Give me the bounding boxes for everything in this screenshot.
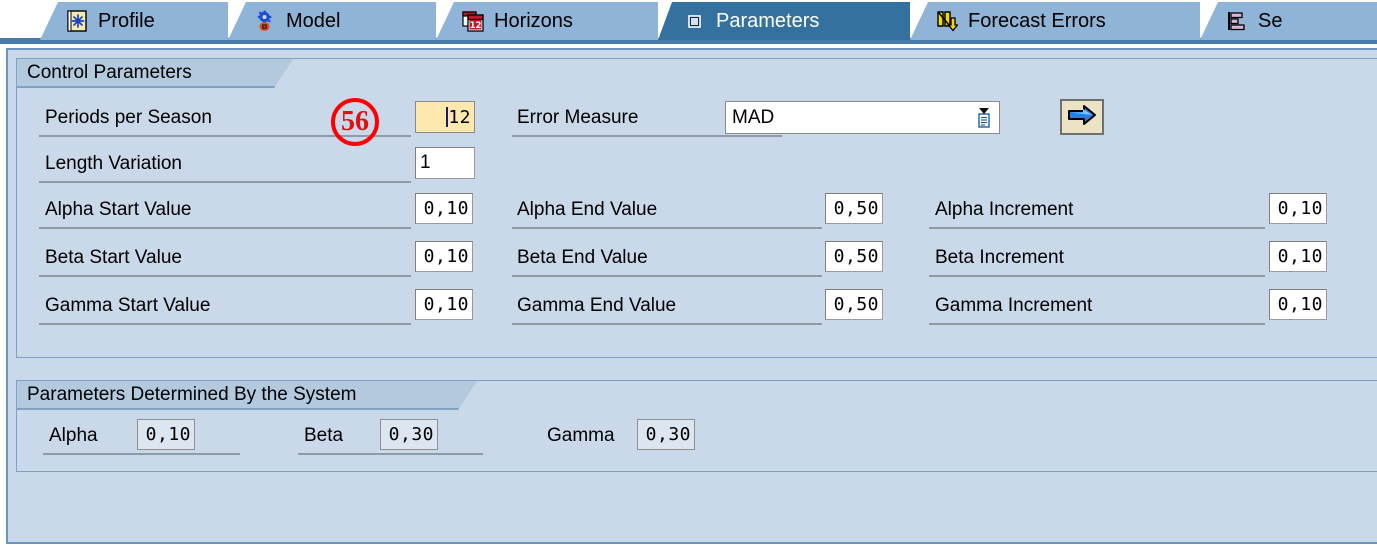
gamma-increment-input[interactable]: 0,10: [1269, 289, 1327, 320]
gamma-start-input[interactable]: 0,10: [415, 289, 473, 320]
beta-start-underline: [39, 275, 411, 277]
alpha-start-input[interactable]: 0,10: [415, 193, 473, 224]
alpha-increment-label: Alpha Increment: [935, 199, 1074, 220]
tabstrip: Profile Model 12 Horizons Parameters For…: [0, 0, 1377, 44]
periods-per-season-value: 12: [448, 106, 471, 128]
beta-start-input[interactable]: 0,10: [415, 241, 473, 272]
alpha-start-underline: [39, 227, 411, 229]
beta-end-label: Beta End Value: [517, 247, 648, 268]
tab-forecast-errors[interactable]: Forecast Errors: [910, 2, 1200, 40]
execute-button[interactable]: [1060, 99, 1104, 135]
tab-settings-label: Se: [1258, 9, 1283, 32]
gamma-increment-value: 0,10: [1277, 294, 1323, 315]
system-parameters-title: Parameters Determined By the System: [16, 380, 478, 410]
gamma-increment-underline: [929, 323, 1265, 325]
screen-frame: Control Parameters Periods per Season 12…: [6, 48, 1377, 544]
tab-model[interactable]: Model: [228, 2, 436, 40]
alpha-end-value: 0,50: [833, 198, 879, 219]
gamma-end-input[interactable]: 0,50: [825, 289, 883, 320]
beta-end-input[interactable]: 0,50: [825, 241, 883, 272]
system-parameters-group: Parameters Determined By the System Alph…: [16, 380, 1377, 472]
profile-note-icon: [66, 10, 88, 32]
length-variation-value: 1: [420, 152, 432, 173]
alpha-start-value: 0,10: [423, 198, 469, 219]
system-gamma-value-field: 0,30: [637, 419, 695, 450]
blue-right-arrow-icon: [1067, 103, 1097, 132]
system-alpha-label: Alpha: [49, 425, 98, 446]
length-variation-input[interactable]: 1: [415, 147, 475, 179]
gamma-increment-label: Gamma Increment: [935, 295, 1093, 316]
system-gamma-value: 0,30: [645, 424, 691, 445]
beta-increment-underline: [929, 275, 1265, 277]
model-gear-icon: [254, 10, 276, 32]
system-gamma-label: Gamma: [547, 425, 615, 446]
gamma-start-value: 0,10: [423, 294, 469, 315]
annotation-badge-56: 56: [331, 98, 379, 146]
beta-start-value: 0,10: [423, 246, 469, 267]
tab-parameters[interactable]: Parameters: [658, 2, 910, 40]
beta-increment-input[interactable]: 0,10: [1269, 241, 1327, 272]
error-measure-label: Error Measure: [517, 107, 639, 128]
tab-horizons[interactable]: 12 Horizons: [436, 2, 658, 40]
tab-forecast-errors-label: Forecast Errors: [968, 9, 1106, 32]
content-area: Control Parameters Periods per Season 12…: [0, 44, 1377, 552]
calendar-12-icon: 12: [462, 10, 484, 32]
error-measure-underline: [512, 135, 782, 137]
periods-per-season-input[interactable]: 12: [415, 101, 475, 133]
beta-end-value: 0,50: [833, 246, 879, 267]
beta-end-underline: [512, 275, 822, 277]
active-square-icon: [684, 10, 706, 32]
system-beta-underline: [298, 453, 483, 455]
gamma-end-value: 0,50: [833, 294, 879, 315]
sap-forecast-profile-screen: Profile Model 12 Horizons Parameters For…: [0, 0, 1377, 552]
bar-chart-icon: [1226, 10, 1248, 32]
beta-increment-label: Beta Increment: [935, 247, 1064, 268]
length-variation-label: Length Variation: [45, 153, 182, 174]
system-beta-label: Beta: [304, 425, 344, 446]
gamma-end-label: Gamma End Value: [517, 295, 677, 316]
error-measure-select[interactable]: MAD: [725, 101, 1000, 134]
periods-per-season-label: Periods per Season: [45, 107, 212, 128]
gamma-start-label: Gamma Start Value: [45, 295, 211, 316]
alpha-end-underline: [512, 227, 822, 229]
forecast-error-icon: [936, 10, 959, 32]
alpha-increment-input[interactable]: 0,10: [1269, 193, 1327, 224]
alpha-start-label: Alpha Start Value: [45, 199, 192, 220]
control-parameters-title: Control Parameters: [16, 58, 294, 88]
tab-horizons-label: Horizons: [494, 9, 573, 32]
tab-settings[interactable]: Se: [1200, 2, 1377, 40]
tab-model-label: Model: [286, 9, 341, 32]
beta-increment-value: 0,10: [1277, 246, 1323, 267]
beta-start-label: Beta Start Value: [45, 247, 182, 268]
system-beta-value: 0,30: [388, 424, 434, 445]
system-alpha-value: 0,10: [145, 424, 191, 445]
system-alpha-value-field: 0,10: [137, 419, 195, 450]
tab-profile-label: Profile: [98, 9, 155, 32]
alpha-increment-underline: [929, 227, 1265, 229]
alpha-increment-value: 0,10: [1277, 198, 1323, 219]
tab-parameters-label: Parameters: [716, 9, 820, 32]
gamma-start-underline: [39, 323, 411, 325]
system-beta-value-field: 0,30: [380, 419, 438, 450]
system-alpha-underline: [43, 453, 240, 455]
chevron-down-icon[interactable]: [975, 107, 993, 129]
alpha-end-label: Alpha End Value: [517, 199, 658, 220]
alpha-end-input[interactable]: 0,50: [825, 193, 883, 224]
tab-profile[interactable]: Profile: [40, 2, 228, 40]
gamma-end-underline: [512, 323, 822, 325]
svg-text:12: 12: [470, 21, 482, 31]
error-measure-value: MAD: [732, 106, 775, 128]
control-parameters-group: Control Parameters Periods per Season 12…: [16, 58, 1377, 358]
length-variation-underline: [39, 181, 411, 183]
